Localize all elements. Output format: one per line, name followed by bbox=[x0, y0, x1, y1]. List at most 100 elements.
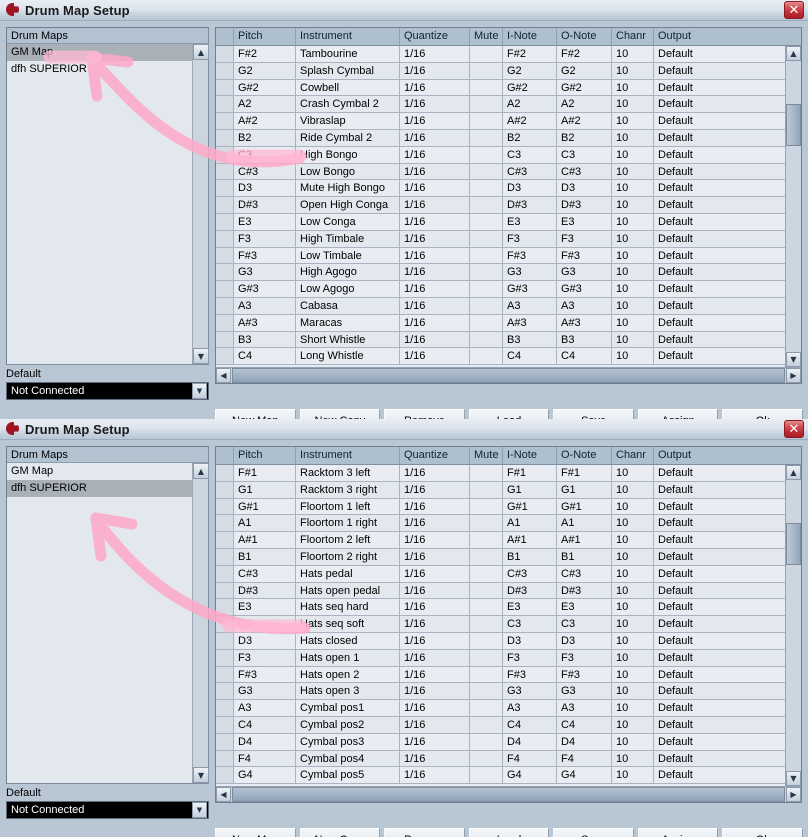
cell-quantize[interactable]: 1/16 bbox=[400, 297, 470, 314]
cell-inote[interactable]: E3 bbox=[503, 599, 557, 616]
cell-chan[interactable]: 10 bbox=[612, 281, 654, 297]
cell-onote[interactable]: F#2 bbox=[557, 46, 612, 62]
table-row[interactable]: E3 Low Conga 1/16 E3 E3 10 Default bbox=[216, 213, 785, 231]
cell-instrument[interactable]: Splash Cymbal bbox=[296, 62, 400, 79]
cell-chan[interactable]: 10 bbox=[612, 582, 654, 599]
chevron-down-icon[interactable]: ▼ bbox=[193, 767, 209, 783]
scrollbar-thumb[interactable] bbox=[232, 787, 785, 802]
cell-mute[interactable] bbox=[470, 113, 503, 129]
cell-mute[interactable] bbox=[470, 348, 503, 365]
cell-onote[interactable]: A3 bbox=[557, 297, 612, 314]
cell-pitch[interactable]: G3 bbox=[234, 683, 296, 700]
close-icon[interactable]: ✕ bbox=[784, 1, 804, 19]
cell-quantize[interactable]: 1/16 bbox=[400, 481, 470, 498]
cell-onote[interactable]: G3 bbox=[557, 264, 612, 281]
cell-lead[interactable] bbox=[216, 632, 234, 649]
cell-output[interactable]: Default bbox=[654, 96, 785, 112]
cell-instrument[interactable]: Cymbal pos3 bbox=[296, 733, 400, 750]
cell-lead[interactable] bbox=[216, 331, 234, 348]
cell-quantize[interactable]: 1/16 bbox=[400, 532, 470, 548]
cell-instrument[interactable]: Ride Cymbal 2 bbox=[296, 129, 400, 146]
cell-lead[interactable] bbox=[216, 548, 234, 565]
table-row[interactable]: A1 Floortom 1 right 1/16 A1 A1 10 Default bbox=[216, 515, 785, 533]
cell-pitch[interactable]: D#3 bbox=[234, 582, 296, 599]
save-button[interactable]: Save bbox=[553, 828, 634, 837]
cell-inote[interactable]: C#3 bbox=[503, 565, 557, 582]
cell-instrument[interactable]: Hats pedal bbox=[296, 565, 400, 582]
cell-output[interactable]: Default bbox=[654, 281, 785, 297]
table-row[interactable]: C#3 Low Bongo 1/16 C#3 C#3 10 Default bbox=[216, 163, 785, 181]
cell-chan[interactable]: 10 bbox=[612, 264, 654, 281]
cell-instrument[interactable]: Hats open pedal bbox=[296, 582, 400, 599]
table-row[interactable]: F#3 Hats open 2 1/16 F#3 F#3 10 Default bbox=[216, 666, 785, 684]
drum-maps-scrollbar[interactable]: ▲ ▼ bbox=[192, 44, 209, 364]
cell-output[interactable]: Default bbox=[654, 465, 785, 481]
cell-inote[interactable]: B1 bbox=[503, 548, 557, 565]
column-header-pitch[interactable]: Pitch bbox=[234, 447, 296, 464]
cell-instrument[interactable]: Cymbal pos1 bbox=[296, 700, 400, 716]
cell-lead[interactable] bbox=[216, 700, 234, 716]
cell-inote[interactable]: F3 bbox=[503, 649, 557, 666]
cell-inote[interactable]: G#1 bbox=[503, 498, 557, 515]
cell-output[interactable]: Default bbox=[654, 650, 785, 666]
cell-mute[interactable] bbox=[470, 213, 503, 230]
cell-inote[interactable]: F#2 bbox=[503, 46, 557, 62]
cell-quantize[interactable]: 1/16 bbox=[400, 716, 470, 733]
cell-instrument[interactable]: Mute High Bongo bbox=[296, 180, 400, 197]
cell-pitch[interactable]: A#2 bbox=[234, 113, 296, 129]
cell-inote[interactable]: C4 bbox=[503, 716, 557, 733]
cell-chan[interactable]: 10 bbox=[612, 767, 654, 784]
table-row[interactable]: F#1 Racktom 3 left 1/16 F#1 F#1 10 Default bbox=[216, 465, 785, 482]
cell-quantize[interactable]: 1/16 bbox=[400, 700, 470, 716]
cell-chan[interactable]: 10 bbox=[612, 666, 654, 683]
cell-chan[interactable]: 10 bbox=[612, 599, 654, 616]
cell-inote[interactable]: D3 bbox=[503, 180, 557, 197]
scrollbar-thumb[interactable] bbox=[786, 104, 801, 146]
cell-mute[interactable] bbox=[470, 230, 503, 247]
cell-mute[interactable] bbox=[470, 314, 503, 331]
cell-chan[interactable]: 10 bbox=[612, 213, 654, 230]
cell-instrument[interactable]: Short Whistle bbox=[296, 331, 400, 348]
cell-output[interactable]: Default bbox=[654, 231, 785, 247]
cell-mute[interactable] bbox=[470, 264, 503, 281]
cell-lead[interactable] bbox=[216, 582, 234, 599]
cell-onote[interactable]: A#3 bbox=[557, 314, 612, 331]
column-header-pitch[interactable]: Pitch bbox=[234, 28, 296, 45]
cell-quantize[interactable]: 1/16 bbox=[400, 281, 470, 297]
table-row[interactable]: D#3 Hats open pedal 1/16 D#3 D#3 10 Default bbox=[216, 582, 785, 600]
cell-inote[interactable]: D#3 bbox=[503, 582, 557, 599]
cell-chan[interactable]: 10 bbox=[612, 532, 654, 548]
cell-lead[interactable] bbox=[216, 515, 234, 532]
cell-chan[interactable]: 10 bbox=[612, 146, 654, 163]
cell-instrument[interactable]: Cymbal pos2 bbox=[296, 716, 400, 733]
cell-output[interactable]: Default bbox=[654, 248, 785, 264]
cell-instrument[interactable]: High Agogo bbox=[296, 264, 400, 281]
table-row[interactable]: C#3 Hats pedal 1/16 C#3 C#3 10 Default bbox=[216, 565, 785, 583]
cell-chan[interactable]: 10 bbox=[612, 230, 654, 247]
column-header-inote[interactable]: I-Note bbox=[503, 28, 557, 45]
cell-lead[interactable] bbox=[216, 750, 234, 767]
column-header-inote[interactable]: I-Note bbox=[503, 447, 557, 464]
cell-output[interactable]: Default bbox=[654, 683, 785, 699]
cell-lead[interactable] bbox=[216, 197, 234, 213]
table-row[interactable]: F4 Cymbal pos4 1/16 F4 F4 10 Default bbox=[216, 750, 785, 768]
cell-lead[interactable] bbox=[216, 314, 234, 331]
cell-lead[interactable] bbox=[216, 264, 234, 281]
cell-onote[interactable]: A1 bbox=[557, 515, 612, 532]
cell-instrument[interactable]: Hats seq soft bbox=[296, 616, 400, 632]
cell-instrument[interactable]: Floortom 1 left bbox=[296, 498, 400, 515]
cell-instrument[interactable]: Cymbal pos5 bbox=[296, 767, 400, 784]
cell-inote[interactable]: C3 bbox=[503, 616, 557, 632]
cell-pitch[interactable]: C3 bbox=[234, 616, 296, 632]
cell-chan[interactable]: 10 bbox=[612, 481, 654, 498]
cell-chan[interactable]: 10 bbox=[612, 465, 654, 481]
cell-pitch[interactable]: F#3 bbox=[234, 247, 296, 264]
cell-onote[interactable]: G4 bbox=[557, 767, 612, 784]
cell-output[interactable]: Default bbox=[654, 633, 785, 649]
cell-chan[interactable]: 10 bbox=[612, 180, 654, 197]
column-header-instrument[interactable]: Instrument bbox=[296, 447, 400, 464]
cell-output[interactable]: Default bbox=[654, 515, 785, 531]
cell-lead[interactable] bbox=[216, 163, 234, 180]
cell-pitch[interactable]: F#3 bbox=[234, 666, 296, 683]
cell-chan[interactable]: 10 bbox=[612, 113, 654, 129]
